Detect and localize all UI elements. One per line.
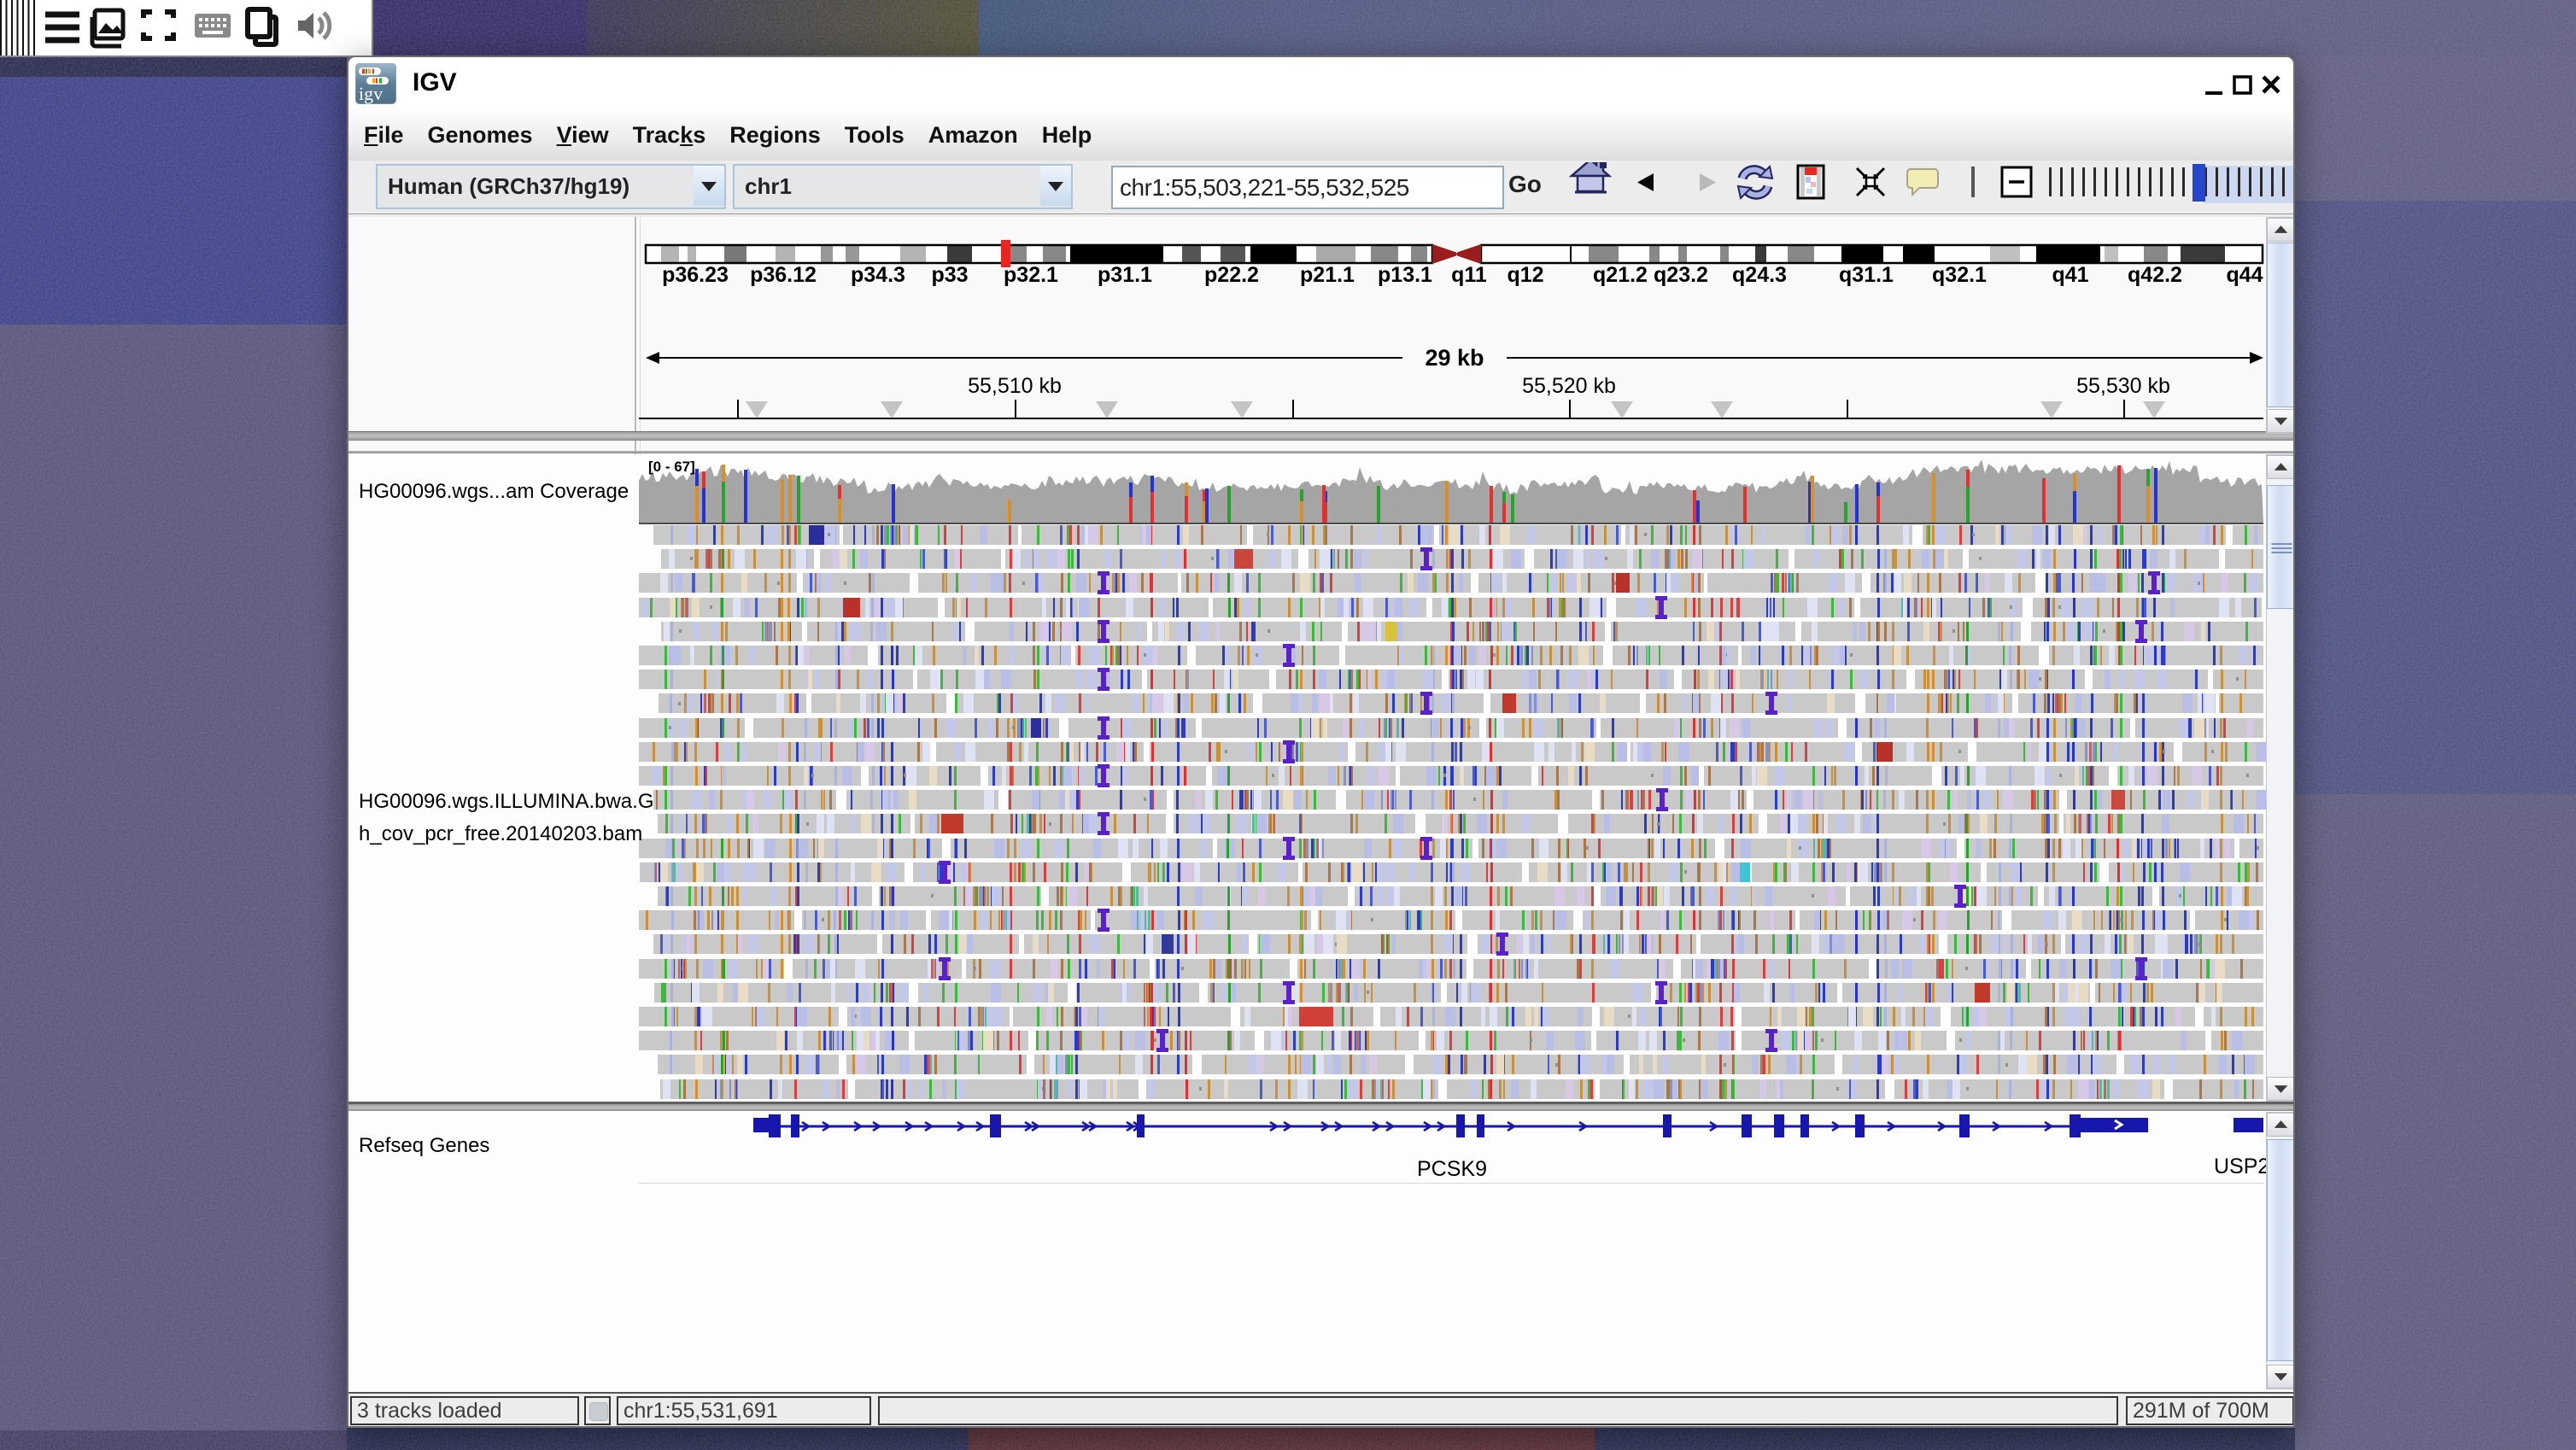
svg-text:p32.1: p32.1 (1004, 263, 1058, 287)
svg-text:q42.2: q42.2 (2128, 263, 2182, 287)
svg-text:PCSK9: PCSK9 (1417, 1157, 1487, 1181)
svg-text:q31.1: q31.1 (1839, 263, 1894, 287)
svg-text:55,510 kb: 55,510 kb (968, 374, 1062, 398)
svg-text:p34.3: p34.3 (851, 263, 905, 287)
svg-text:HG00096.wgs.ILLUMINA.bwa.G: HG00096.wgs.ILLUMINA.bwa.G (359, 790, 653, 813)
svg-text:29 kb: 29 kb (1425, 345, 1484, 371)
svg-text:q32.1: q32.1 (1932, 263, 1987, 287)
svg-text:[0 - 67]: [0 - 67] (648, 459, 695, 475)
svg-text:q11: q11 (1451, 263, 1487, 287)
svg-text:q23.2: q23.2 (1654, 263, 1708, 287)
svg-text:p36.23: p36.23 (662, 263, 729, 287)
svg-text:h_cov_pcr_free.20140203.bam: h_cov_pcr_free.20140203.bam (359, 822, 642, 845)
svg-text:q44: q44 (2226, 263, 2263, 287)
svg-text:55,520 kb: 55,520 kb (1522, 374, 1616, 398)
svg-text:55,530 kb: 55,530 kb (2076, 374, 2170, 398)
svg-text:p33: p33 (931, 263, 968, 287)
svg-text:p22.2: p22.2 (1204, 263, 1259, 287)
svg-text:q24.3: q24.3 (1732, 263, 1787, 287)
svg-text:p21.1: p21.1 (1300, 263, 1355, 287)
svg-text:p13.1: p13.1 (1378, 263, 1432, 287)
svg-text:p31.1: p31.1 (1098, 263, 1152, 287)
svg-text:q12: q12 (1507, 263, 1543, 287)
svg-text:HG00096.wgs...am Coverage: HG00096.wgs...am Coverage (359, 480, 629, 503)
svg-text:q21.2: q21.2 (1593, 263, 1648, 287)
svg-text:p36.12: p36.12 (750, 263, 817, 287)
svg-text:q41: q41 (2052, 263, 2088, 287)
svg-text:igv: igv (359, 83, 383, 104)
svg-text:Refseq Genes: Refseq Genes (359, 1134, 489, 1157)
